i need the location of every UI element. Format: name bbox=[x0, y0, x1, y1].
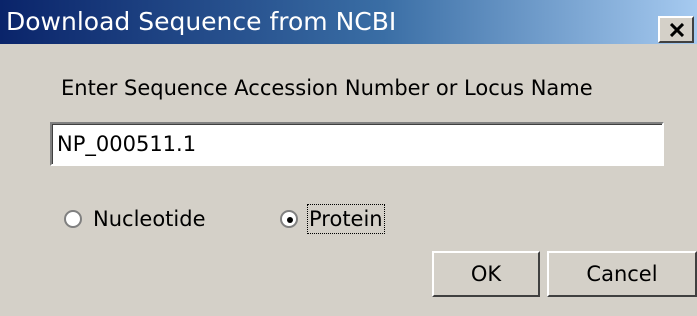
accession-prompt-label: Enter Sequence Accession Number or Locus… bbox=[61, 76, 593, 100]
accession-input[interactable] bbox=[50, 122, 664, 166]
nucleotide-radio[interactable]: Nucleotide bbox=[64, 206, 206, 232]
radio-checked-icon bbox=[280, 210, 298, 228]
radio-unchecked-icon bbox=[64, 210, 82, 228]
download-sequence-dialog: Download Sequence from NCBI Enter Sequen… bbox=[0, 0, 697, 316]
nucleotide-radio-label: Nucleotide bbox=[93, 207, 206, 231]
window-title: Download Sequence from NCBI bbox=[6, 7, 397, 36]
ok-button[interactable]: OK bbox=[432, 251, 540, 297]
radio-dot bbox=[287, 217, 293, 223]
close-button[interactable] bbox=[658, 16, 694, 43]
title-bar[interactable]: Download Sequence from NCBI bbox=[0, 0, 697, 44]
protein-radio-label: Protein bbox=[307, 204, 385, 234]
protein-radio[interactable]: Protein bbox=[280, 204, 385, 234]
cancel-button[interactable]: Cancel bbox=[547, 251, 697, 297]
